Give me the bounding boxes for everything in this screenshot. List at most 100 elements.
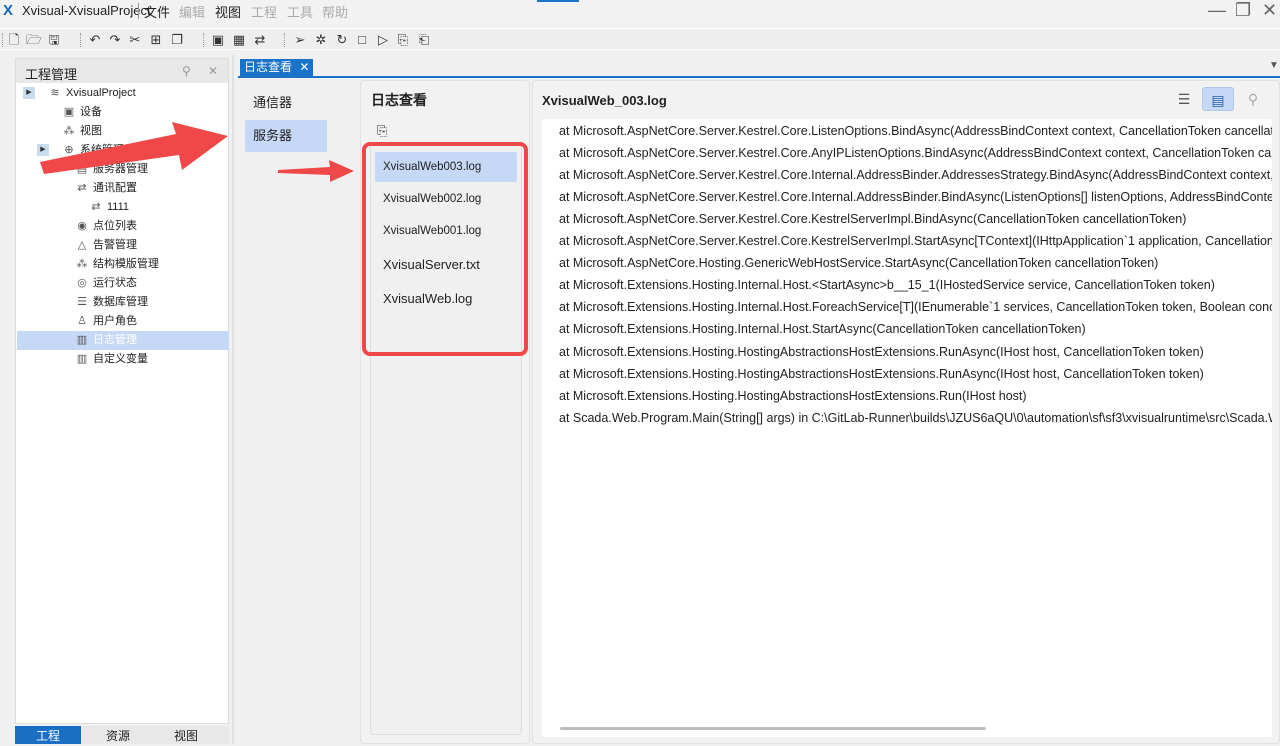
copy-add-icon[interactable]: ⊞ bbox=[148, 32, 164, 47]
connection-icon: ⇄ bbox=[77, 182, 87, 194]
tree-label: 告警管理 bbox=[93, 239, 137, 251]
tree-label: 视图 bbox=[80, 125, 102, 137]
tree-item-project[interactable]: ≋ XvisualProject bbox=[48, 84, 135, 103]
menu-tools[interactable]: 工具 bbox=[287, 2, 313, 21]
tab-project[interactable]: 工程 bbox=[15, 726, 81, 744]
pin-icon[interactable]: ⚲ bbox=[182, 64, 191, 78]
menu-help[interactable]: 帮助 bbox=[322, 2, 348, 21]
cut-icon[interactable]: ✂ bbox=[127, 32, 143, 47]
bottom-tabs: 工程 资源 视图 bbox=[15, 726, 229, 744]
tree-item-alarms[interactable]: △ 告警管理 bbox=[75, 236, 137, 255]
list-view-icon[interactable]: ▤ bbox=[1202, 87, 1234, 111]
qrcode-add-icon[interactable]: ▦ bbox=[231, 32, 247, 47]
tab-log-viewer[interactable]: 日志查看 ✕ bbox=[240, 59, 314, 76]
close-window-button[interactable]: ✕ bbox=[1262, 0, 1277, 21]
tree-item-templates[interactable]: ⁂ 结构模版管理 bbox=[75, 255, 160, 274]
close-tab-icon[interactable]: ✕ bbox=[299, 60, 309, 74]
tree-label: 1111 bbox=[107, 201, 130, 213]
tree-label: 运行状态 bbox=[93, 277, 137, 289]
raw-view-icon[interactable]: ☰ bbox=[1168, 87, 1200, 111]
log-line: at Microsoft.Extensions.Hosting.Internal… bbox=[559, 322, 1086, 336]
tree-label: 用户角色 bbox=[93, 315, 137, 327]
divider bbox=[138, 3, 139, 19]
tree-label: 设备 bbox=[80, 106, 102, 118]
tab-resources[interactable]: 资源 bbox=[85, 726, 151, 744]
run-icon[interactable]: ▷ bbox=[375, 32, 391, 47]
expand-toggle[interactable]: ▶ bbox=[37, 144, 49, 156]
device-add-icon[interactable]: ▣ bbox=[210, 32, 226, 47]
connection-add-icon[interactable]: ⇄ bbox=[252, 32, 268, 47]
open-folder-icon[interactable]: 🗁 bbox=[26, 32, 42, 47]
pin-icon[interactable]: ⚲ bbox=[1237, 87, 1269, 111]
location-icon: ◉ bbox=[77, 220, 87, 232]
tree-label: 点位列表 bbox=[93, 220, 137, 232]
log-line: at Microsoft.AspNetCore.Server.Kestrel.C… bbox=[559, 190, 1272, 204]
tree-item-device[interactable]: ▣ 设备 bbox=[62, 103, 102, 122]
toolbar-separator bbox=[80, 33, 82, 47]
log-line: at Microsoft.AspNetCore.Hosting.GenericW… bbox=[559, 256, 1159, 270]
title-bar: X Xvisual-XvisualProject 文件 编辑 视图 工程 工具 … bbox=[0, 0, 1280, 24]
redo-icon[interactable]: ↷ bbox=[107, 32, 123, 47]
toolbar: 🗋 🗁 🖫 ↶ ↷ ✂ ⊞ ❐ ▣ ▦ ⇄ ➢ ✲ ↻ □ ▷ ⎘ ⎗ bbox=[0, 28, 1280, 50]
tree-item-database[interactable]: ☰ 数据库管理 bbox=[75, 293, 148, 312]
device-icon: ▣ bbox=[63, 106, 75, 118]
variable-icon: ▥ bbox=[76, 353, 88, 365]
minimize-button[interactable]: — bbox=[1208, 0, 1226, 21]
log-text-area[interactable]: at Microsoft.AspNetCore.Server.Kestrel.C… bbox=[542, 119, 1272, 737]
toolbar-separator bbox=[203, 33, 205, 47]
nav-communicator[interactable]: 通信器 bbox=[245, 87, 327, 119]
tab-views[interactable]: 视图 bbox=[153, 726, 219, 744]
tree-item-points[interactable]: ◉ 点位列表 bbox=[75, 217, 137, 236]
tree-label: 自定义变量 bbox=[93, 353, 148, 365]
new-file-icon[interactable]: 🗋 bbox=[6, 32, 22, 47]
log-line: at Microsoft.Extensions.Hosting.Internal… bbox=[559, 300, 1272, 314]
log-line: at Microsoft.Extensions.Hosting.HostingA… bbox=[559, 345, 1204, 359]
close-panel-icon[interactable]: ✕ bbox=[208, 64, 218, 78]
log-line: at Microsoft.AspNetCore.Server.Kestrel.C… bbox=[559, 124, 1272, 138]
tree-label: 数据库管理 bbox=[93, 296, 148, 308]
status-icon: ◎ bbox=[77, 277, 87, 289]
send-icon[interactable]: ➢ bbox=[292, 32, 308, 47]
maximize-button[interactable]: ❐ bbox=[1235, 0, 1251, 21]
duplicate-icon[interactable]: ❐ bbox=[169, 32, 185, 47]
log-content-panel: XvisualWeb_003.log ☰ ▤ ⚲ at Microsoft.As… bbox=[532, 80, 1280, 744]
save-icon[interactable]: 🖫 bbox=[46, 32, 62, 47]
import-icon[interactable]: ⎘ bbox=[395, 32, 411, 47]
panel-title: 工程管理 bbox=[25, 67, 78, 82]
tree-label: 日志管理 bbox=[93, 334, 137, 346]
refresh-icon[interactable]: ↻ bbox=[334, 32, 350, 47]
log-line: at Microsoft.AspNetCore.Server.Kestrel.C… bbox=[559, 168, 1272, 182]
tree-item-run-status[interactable]: ◎ 运行状态 bbox=[75, 274, 137, 293]
tree-label: 通讯配置 bbox=[93, 182, 137, 194]
tree-item-system[interactable]: ⊕ 系统管理 bbox=[62, 141, 124, 160]
log-line: at Microsoft.Extensions.Hosting.HostingA… bbox=[559, 367, 1204, 381]
tree-item-server-mgmt[interactable]: ▤ 服务器管理 bbox=[75, 160, 148, 179]
menu-project[interactable]: 工程 bbox=[251, 2, 277, 21]
tree-label: 系统管理 bbox=[80, 144, 124, 156]
tree-label: 结构模版管理 bbox=[93, 258, 159, 270]
tree-item-comm-config[interactable]: ⇄ 通讯配置 bbox=[75, 179, 137, 198]
splitter[interactable] bbox=[232, 55, 234, 744]
add-log-icon[interactable]: ⎘ bbox=[377, 123, 387, 139]
horizontal-scrollbar[interactable] bbox=[560, 727, 986, 730]
tree-item-1111[interactable]: ⇄ 1111 bbox=[89, 198, 129, 217]
nav-server[interactable]: 服务器 bbox=[245, 120, 327, 152]
menu-view[interactable]: 视图 bbox=[215, 2, 241, 21]
expand-toggle[interactable]: ▶ bbox=[23, 87, 35, 99]
tree-item-log-mgmt[interactable]: ▥ 日志管理 bbox=[17, 331, 229, 350]
structure-icon: ⁂ bbox=[76, 258, 88, 270]
tree-item-user-roles[interactable]: ♙ 用户角色 bbox=[75, 312, 137, 331]
magic-icon[interactable]: ✲ bbox=[313, 32, 329, 47]
undo-icon[interactable]: ↶ bbox=[87, 32, 103, 47]
toolbar-grip bbox=[2, 33, 4, 47]
log-line: at Microsoft.AspNetCore.Server.Kestrel.C… bbox=[559, 146, 1272, 160]
menu-edit[interactable]: 编辑 bbox=[179, 2, 205, 21]
tree-item-custom-vars[interactable]: ▥ 自定义变量 bbox=[75, 350, 148, 369]
menu-file[interactable]: 文件 bbox=[144, 2, 170, 21]
export-icon[interactable]: ⎗ bbox=[416, 32, 432, 47]
tree-item-view[interactable]: ⁂ 视图 bbox=[62, 122, 103, 141]
stop-icon[interactable]: □ bbox=[354, 32, 370, 47]
panel-header: 工程管理 ⚲ ✕ bbox=[16, 59, 228, 83]
view-icon: ⁂ bbox=[63, 125, 75, 137]
tab-dropdown-icon[interactable]: ▼ bbox=[1269, 60, 1279, 71]
